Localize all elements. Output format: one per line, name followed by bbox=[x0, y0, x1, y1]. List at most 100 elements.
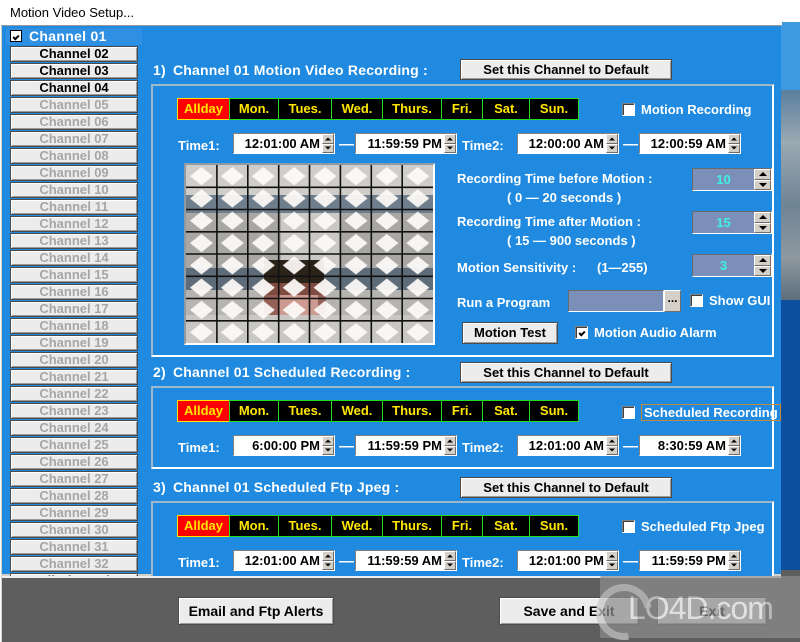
section2-set-default-button[interactable]: Set this Channel to Default bbox=[460, 362, 672, 383]
section2-time1-from[interactable]: 6:00:00 PM bbox=[233, 435, 335, 456]
section1-day-buttons[interactable]: Allday Mon. Tues. Wed. Thurs. Fri. Sat. Sun. bbox=[177, 98, 579, 120]
spin-down[interactable] bbox=[606, 445, 618, 455]
section3-day-buttons[interactable]: Allday Mon. Tues. Wed. Thurs. Fri. Sat. Sun. bbox=[177, 515, 579, 537]
spin-up[interactable] bbox=[754, 255, 771, 266]
sidebar-item-channel-21[interactable]: Channel 21 bbox=[10, 369, 138, 385]
checkbox-box[interactable] bbox=[622, 103, 635, 116]
section1-time2-to[interactable]: 12:00:59 AM bbox=[639, 133, 741, 154]
spin-up[interactable] bbox=[754, 212, 771, 223]
sidebar-item-channel-11[interactable]: Channel 11 bbox=[10, 199, 138, 215]
day-button-thurs[interactable]: Thurs. bbox=[382, 400, 442, 422]
motion-audio-alarm-checkbox[interactable]: Motion Audio Alarm bbox=[575, 325, 717, 340]
before-motion-stepper[interactable]: 10 bbox=[692, 168, 772, 191]
spinner[interactable] bbox=[444, 551, 456, 570]
section3-scheduled-ftp-jpeg-checkbox[interactable]: Scheduled Ftp Jpeg bbox=[622, 519, 765, 534]
day-button-thurs[interactable]: Thurs. bbox=[382, 98, 442, 120]
spin-up[interactable] bbox=[322, 134, 334, 144]
spin-up[interactable] bbox=[606, 134, 618, 144]
spin-down[interactable] bbox=[606, 560, 618, 570]
sidebar-item-channel-17[interactable]: Channel 17 bbox=[10, 301, 138, 317]
sidebar-item-channel-16[interactable]: Channel 16 bbox=[10, 284, 138, 300]
browse-button[interactable]: ... bbox=[664, 290, 681, 312]
sidebar-item-channel-15[interactable]: Channel 15 bbox=[10, 267, 138, 283]
spinner[interactable] bbox=[728, 436, 740, 455]
spinner[interactable] bbox=[606, 436, 618, 455]
day-button-mon[interactable]: Mon. bbox=[229, 400, 279, 422]
sidebar-item-channel-10[interactable]: Channel 10 bbox=[10, 182, 138, 198]
day-button-tues[interactable]: Tues. bbox=[278, 515, 332, 537]
day-button-sat[interactable]: Sat. bbox=[482, 515, 530, 537]
day-button-sat[interactable]: Sat. bbox=[482, 400, 530, 422]
sidebar-item-channel-24[interactable]: Channel 24 bbox=[10, 420, 138, 436]
day-button-fri[interactable]: Fri. bbox=[441, 515, 483, 537]
checkbox-box[interactable] bbox=[622, 406, 635, 419]
day-button-allday[interactable]: Allday bbox=[177, 515, 230, 537]
channel-01-checkbox[interactable] bbox=[10, 30, 22, 42]
section3-time2-to[interactable]: 11:59:59 PM bbox=[639, 550, 741, 571]
checkbox-box[interactable] bbox=[622, 520, 635, 533]
spin-up[interactable] bbox=[728, 134, 740, 144]
sidebar-item-channel-09[interactable]: Channel 09 bbox=[10, 165, 138, 181]
show-gui-checkbox[interactable]: Show GUI bbox=[690, 293, 770, 308]
sidebar-item-channel-22[interactable]: Channel 22 bbox=[10, 386, 138, 402]
spinner[interactable] bbox=[444, 134, 456, 153]
section3-set-default-button[interactable]: Set this Channel to Default bbox=[460, 477, 672, 498]
motion-test-button[interactable]: Motion Test bbox=[462, 322, 558, 344]
spin-down[interactable] bbox=[322, 560, 334, 570]
spin-up[interactable] bbox=[322, 551, 334, 561]
day-button-mon[interactable]: Mon. bbox=[229, 98, 279, 120]
spin-up[interactable] bbox=[728, 436, 740, 446]
day-button-tues[interactable]: Tues. bbox=[278, 98, 332, 120]
spin-up[interactable] bbox=[754, 169, 771, 180]
section1-set-default-button[interactable]: Set this Channel to Default bbox=[460, 59, 672, 80]
spin-down[interactable] bbox=[444, 445, 456, 455]
sidebar-item-channel-12[interactable]: Channel 12 bbox=[10, 216, 138, 232]
sidebar-item-channel-08[interactable]: Channel 08 bbox=[10, 148, 138, 164]
day-button-sun[interactable]: Sun. bbox=[529, 98, 579, 120]
sidebar-item-channel-28[interactable]: Channel 28 bbox=[10, 488, 138, 504]
section2-time2-from[interactable]: 12:01:00 AM bbox=[517, 435, 619, 456]
spin-up[interactable] bbox=[322, 436, 334, 446]
exit-button[interactable]: Exit bbox=[657, 597, 767, 625]
section2-scheduled-recording-checkbox[interactable]: Scheduled Recording bbox=[622, 404, 781, 421]
spinner[interactable] bbox=[322, 551, 334, 570]
sidebar-item-channel-19[interactable]: Channel 19 bbox=[10, 335, 138, 351]
day-button-fri[interactable]: Fri. bbox=[441, 98, 483, 120]
spin-up[interactable] bbox=[444, 134, 456, 144]
sidebar-item-channel-13[interactable]: Channel 13 bbox=[10, 233, 138, 249]
day-button-sat[interactable]: Sat. bbox=[482, 98, 530, 120]
spin-down[interactable] bbox=[606, 143, 618, 153]
sidebar-item-channel-04[interactable]: Channel 04 bbox=[10, 80, 138, 96]
spin-down[interactable] bbox=[728, 445, 740, 455]
section3-time1-to[interactable]: 11:59:59 AM bbox=[355, 550, 457, 571]
sidebar-item-channel-05[interactable]: Channel 05 bbox=[10, 97, 138, 113]
day-button-sun[interactable]: Sun. bbox=[529, 515, 579, 537]
section1-time2-from[interactable]: 12:00:00 AM bbox=[517, 133, 619, 154]
spinner[interactable] bbox=[728, 551, 740, 570]
run-program-input[interactable] bbox=[568, 290, 664, 312]
section2-time1-to[interactable]: 11:59:59 PM bbox=[355, 435, 457, 456]
motion-detection-grid-preview[interactable] bbox=[184, 163, 435, 345]
day-button-sun[interactable]: Sun. bbox=[529, 400, 579, 422]
section1-motion-recording-checkbox[interactable]: Motion Recording bbox=[622, 102, 752, 117]
day-button-allday[interactable]: Allday bbox=[177, 400, 230, 422]
spinner[interactable] bbox=[322, 436, 334, 455]
stepper-arrows[interactable] bbox=[754, 255, 771, 276]
spin-down[interactable] bbox=[322, 143, 334, 153]
checkbox-box[interactable] bbox=[575, 326, 588, 339]
section2-day-buttons[interactable]: Allday Mon. Tues. Wed. Thurs. Fri. Sat. Sun. bbox=[177, 400, 579, 422]
section3-time1-from[interactable]: 12:01:00 AM bbox=[233, 550, 335, 571]
spin-down[interactable] bbox=[322, 445, 334, 455]
spin-up[interactable] bbox=[606, 551, 618, 561]
sidebar-item-channel-27[interactable]: Channel 27 bbox=[10, 471, 138, 487]
sidebar-item-channel-14[interactable]: Channel 14 bbox=[10, 250, 138, 266]
sidebar-item-channel-31[interactable]: Channel 31 bbox=[10, 539, 138, 555]
sidebar-item-channel-06[interactable]: Channel 06 bbox=[10, 114, 138, 130]
stepper-arrows[interactable] bbox=[754, 212, 771, 233]
email-ftp-alerts-button[interactable]: Email and Ftp Alerts bbox=[178, 597, 334, 625]
section1-time1-from[interactable]: 12:01:00 AM bbox=[233, 133, 335, 154]
sidebar-item-channel-32[interactable]: Channel 32 bbox=[10, 556, 138, 572]
spinner[interactable] bbox=[606, 134, 618, 153]
spinner[interactable] bbox=[444, 436, 456, 455]
after-motion-stepper[interactable]: 15 bbox=[692, 211, 772, 234]
